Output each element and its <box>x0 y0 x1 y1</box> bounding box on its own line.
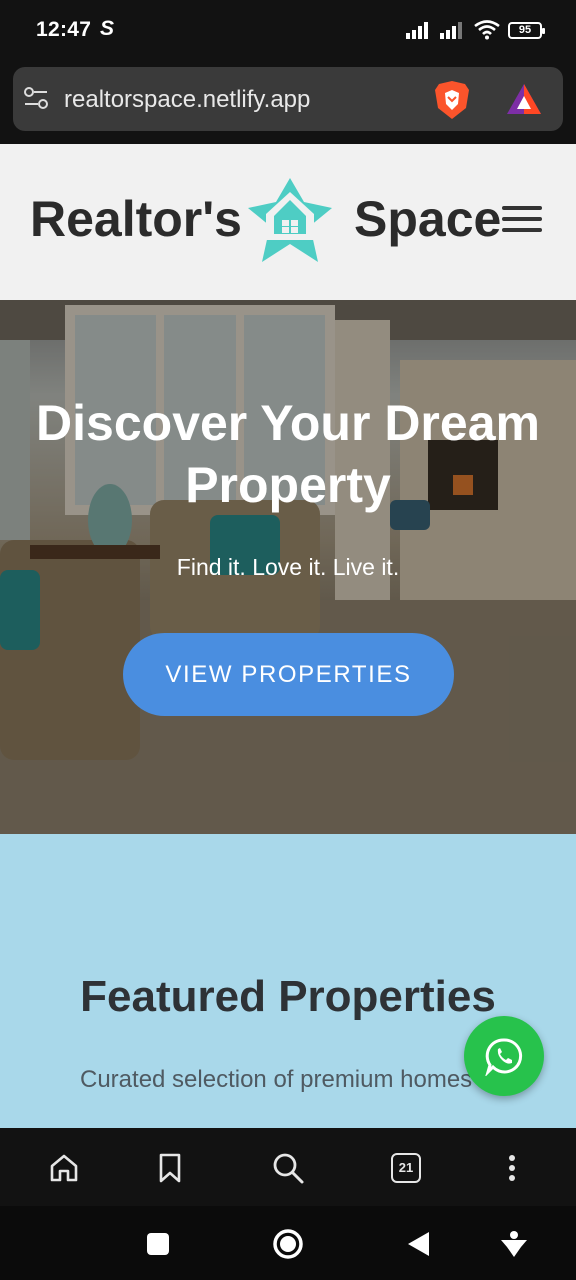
battery-icon: 95 <box>508 21 545 39</box>
bookmark-icon[interactable] <box>152 1150 188 1186</box>
hero-section: Discover Your Dream Property Find it. Lo… <box>0 300 576 834</box>
signal-icon-2 <box>440 22 462 39</box>
square-icon[interactable] <box>140 1226 176 1262</box>
url-text[interactable]: realtorspace.netlify.app <box>64 86 310 114</box>
tab-count: 21 <box>391 1153 421 1183</box>
whatsapp-chat-button[interactable] <box>464 1016 544 1096</box>
featured-subtitle: Curated selection of premium homes <box>80 1066 473 1093</box>
circle-home-icon[interactable] <box>270 1226 306 1262</box>
hero-subtitle: Find it. Love it. Live it. <box>176 554 400 580</box>
system-navigation-bar <box>0 1206 576 1280</box>
search-icon[interactable] <box>270 1150 306 1186</box>
more-icon[interactable] <box>494 1150 530 1186</box>
tabs-icon[interactable]: 21 <box>388 1150 424 1186</box>
house-logo-icon[interactable] <box>240 174 340 270</box>
browser-bar: realtorspace.netlify.app <box>0 62 576 144</box>
brand-name-right[interactable]: Space <box>354 190 501 248</box>
whatsapp-icon <box>485 1038 523 1076</box>
address-bar[interactable]: realtorspace.netlify.app <box>13 67 563 131</box>
home-icon[interactable] <box>46 1150 82 1186</box>
app-notification-icon: S <box>100 17 115 40</box>
hero-title: Discover Your Dream Property <box>36 395 540 513</box>
wifi-icon <box>474 20 500 40</box>
site-settings-icon[interactable] <box>23 85 49 111</box>
hamburger-menu-icon[interactable] <box>502 206 544 236</box>
back-triangle-icon[interactable] <box>400 1226 436 1262</box>
brave-shields-icon[interactable] <box>433 80 471 120</box>
view-properties-button[interactable]: VIEW PROPERTIES <box>123 633 454 716</box>
browser-toolbar: 21 <box>0 1128 576 1206</box>
status-time: 12:47 <box>36 18 92 41</box>
site-header: Realtor's Space <box>0 144 576 300</box>
signal-icon <box>406 22 428 39</box>
brand-name-left[interactable]: Realtor's <box>30 190 242 248</box>
featured-title: Featured Properties <box>80 972 496 1021</box>
status-bar: 12:47 S 95 <box>0 0 576 62</box>
accessibility-icon[interactable] <box>496 1226 532 1262</box>
brave-rewards-icon[interactable] <box>505 82 543 116</box>
